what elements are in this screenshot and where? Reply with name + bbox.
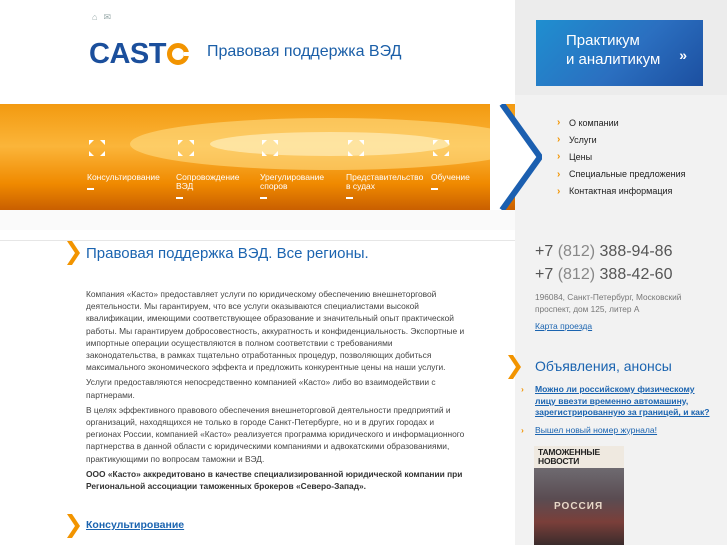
- chevron-right-icon: ›: [557, 185, 561, 197]
- news-item: › Можно ли российскому физическому лицу …: [521, 384, 716, 419]
- nav-item-contacts[interactable]: › Контактная информация: [557, 183, 686, 200]
- chevron-right-icon: ›: [557, 134, 561, 146]
- magazine-cover[interactable]: ТАМОЖЕННЫЕ НОВОСТИ РОССИЯ: [534, 446, 624, 545]
- nav-item-label: Специальные предложения: [569, 169, 686, 180]
- nav-item-special-offers[interactable]: › Специальные предложения: [557, 166, 686, 183]
- nav-item-about[interactable]: › О компании: [557, 114, 686, 131]
- phone-code: (812): [557, 243, 596, 260]
- nav-item-label: Контактная информация: [569, 186, 673, 197]
- cross-arrows-icon: [348, 140, 364, 156]
- nav-item-prices[interactable]: › Цены: [557, 148, 686, 165]
- news-title: Объявления, анонсы: [535, 358, 672, 374]
- hero-item-label: Консультирование: [87, 172, 160, 182]
- hero-shadow-band: [0, 210, 515, 230]
- address: 196084, Санкт-Петербург, Московский прос…: [535, 292, 682, 314]
- mail-icon[interactable]: ✉: [103, 12, 111, 22]
- cross-arrows-icon: [433, 140, 449, 156]
- logo-text: CAST: [89, 38, 166, 70]
- chevron-right-icon: ›: [557, 168, 561, 180]
- hero-item-dash: [87, 188, 94, 190]
- cross-arrows-icon: [89, 140, 105, 156]
- hero-item-label-2: в судах: [346, 181, 376, 191]
- logo-ring-icon: [166, 43, 190, 65]
- banner-arrow-icon: »: [679, 47, 687, 63]
- hero-chevron-icon: [490, 104, 542, 210]
- magazine-caption: РОССИЯ: [554, 501, 604, 512]
- orange-chevron-icon: [67, 241, 80, 265]
- consulting-section-link[interactable]: Консультирование: [86, 519, 184, 531]
- cross-arrows-icon: [262, 140, 278, 156]
- accreditation-paragraph: ООО «Касто» аккредитовано в качестве спе…: [86, 468, 463, 492]
- orange-chevron-icon: [67, 514, 80, 538]
- hero-item-label-2: споров: [260, 181, 288, 191]
- content-paragraph: Компания «Касто» предоставляет услуги по…: [86, 289, 465, 373]
- hero-item-dash: [431, 188, 438, 190]
- nav-item-label: Услуги: [569, 134, 597, 145]
- phone-1[interactable]: +7 (812) 388-94-86: [535, 240, 672, 263]
- cross-arrows-icon: [178, 140, 194, 156]
- nav-item-label: Цены: [569, 151, 593, 162]
- hero-item-dash: [346, 197, 353, 199]
- hero-item-dash: [176, 197, 183, 199]
- chevron-right-icon: ›: [521, 384, 524, 394]
- nav-item-services[interactable]: › Услуги: [557, 131, 686, 148]
- chevron-right-icon: ›: [521, 424, 524, 435]
- hero-item-courts[interactable]: Представительство в судах: [346, 138, 426, 199]
- hero-item-consulting[interactable]: Консультирование: [87, 138, 167, 190]
- hero-services-band: Консультирование Сопровождение ВЭД Урегу…: [0, 104, 515, 210]
- top-icons: ⌂ ✉: [92, 12, 111, 22]
- hero-item-support[interactable]: Сопровождение ВЭД: [176, 138, 256, 199]
- content-paragraph: В целях эффективного правового обеспечен…: [86, 404, 465, 464]
- hero-item-disputes[interactable]: Урегулирование споров: [260, 138, 340, 199]
- practicum-banner[interactable]: Практикум и аналитикум »: [536, 20, 703, 86]
- magazine-title: ТАМОЖЕННЫЕ НОВОСТИ: [534, 446, 624, 468]
- hero-item-label-2: ВЭД: [176, 181, 194, 191]
- phone-prefix: +7: [535, 266, 554, 283]
- nav-item-label: О компании: [569, 117, 619, 128]
- phone-2[interactable]: +7 (812) 388-42-60: [535, 263, 672, 286]
- chevron-right-icon: ›: [557, 117, 561, 129]
- page-title: Правовая поддержка ВЭД. Все регионы.: [86, 245, 369, 262]
- news-list: › Можно ли российскому физическому лицу …: [521, 384, 716, 442]
- main-nav: › О компании › Услуги › Цены › Специальные п…: [557, 114, 686, 200]
- phone-number: 388-42-60: [599, 266, 673, 283]
- logo[interactable]: CAST: [89, 38, 190, 71]
- chevron-right-icon: ›: [557, 151, 561, 163]
- phone-numbers: +7 (812) 388-94-86 +7 (812) 388-42-60: [535, 240, 672, 286]
- map-link[interactable]: Карта проезда: [535, 321, 592, 331]
- hero-item-dash: [260, 197, 267, 199]
- header-tagline: Правовая поддержка ВЭД: [207, 43, 402, 60]
- main-content: Компания «Касто» предоставляет услуги по…: [86, 288, 466, 495]
- news-item: › Вышел новый номер журнала!: [521, 425, 716, 437]
- phone-number: 388-94-86: [599, 243, 673, 260]
- news-link[interactable]: Можно ли российскому физическому лицу вв…: [535, 384, 716, 419]
- news-link[interactable]: Вышел новый номер журнала!: [535, 425, 657, 437]
- orange-chevron-icon: [508, 355, 521, 379]
- home-icon[interactable]: ⌂: [92, 12, 97, 22]
- content-paragraph: Услуги предоставляются непосредственно к…: [86, 377, 436, 400]
- phone-code: (812): [557, 266, 596, 283]
- phone-prefix: +7: [535, 243, 554, 260]
